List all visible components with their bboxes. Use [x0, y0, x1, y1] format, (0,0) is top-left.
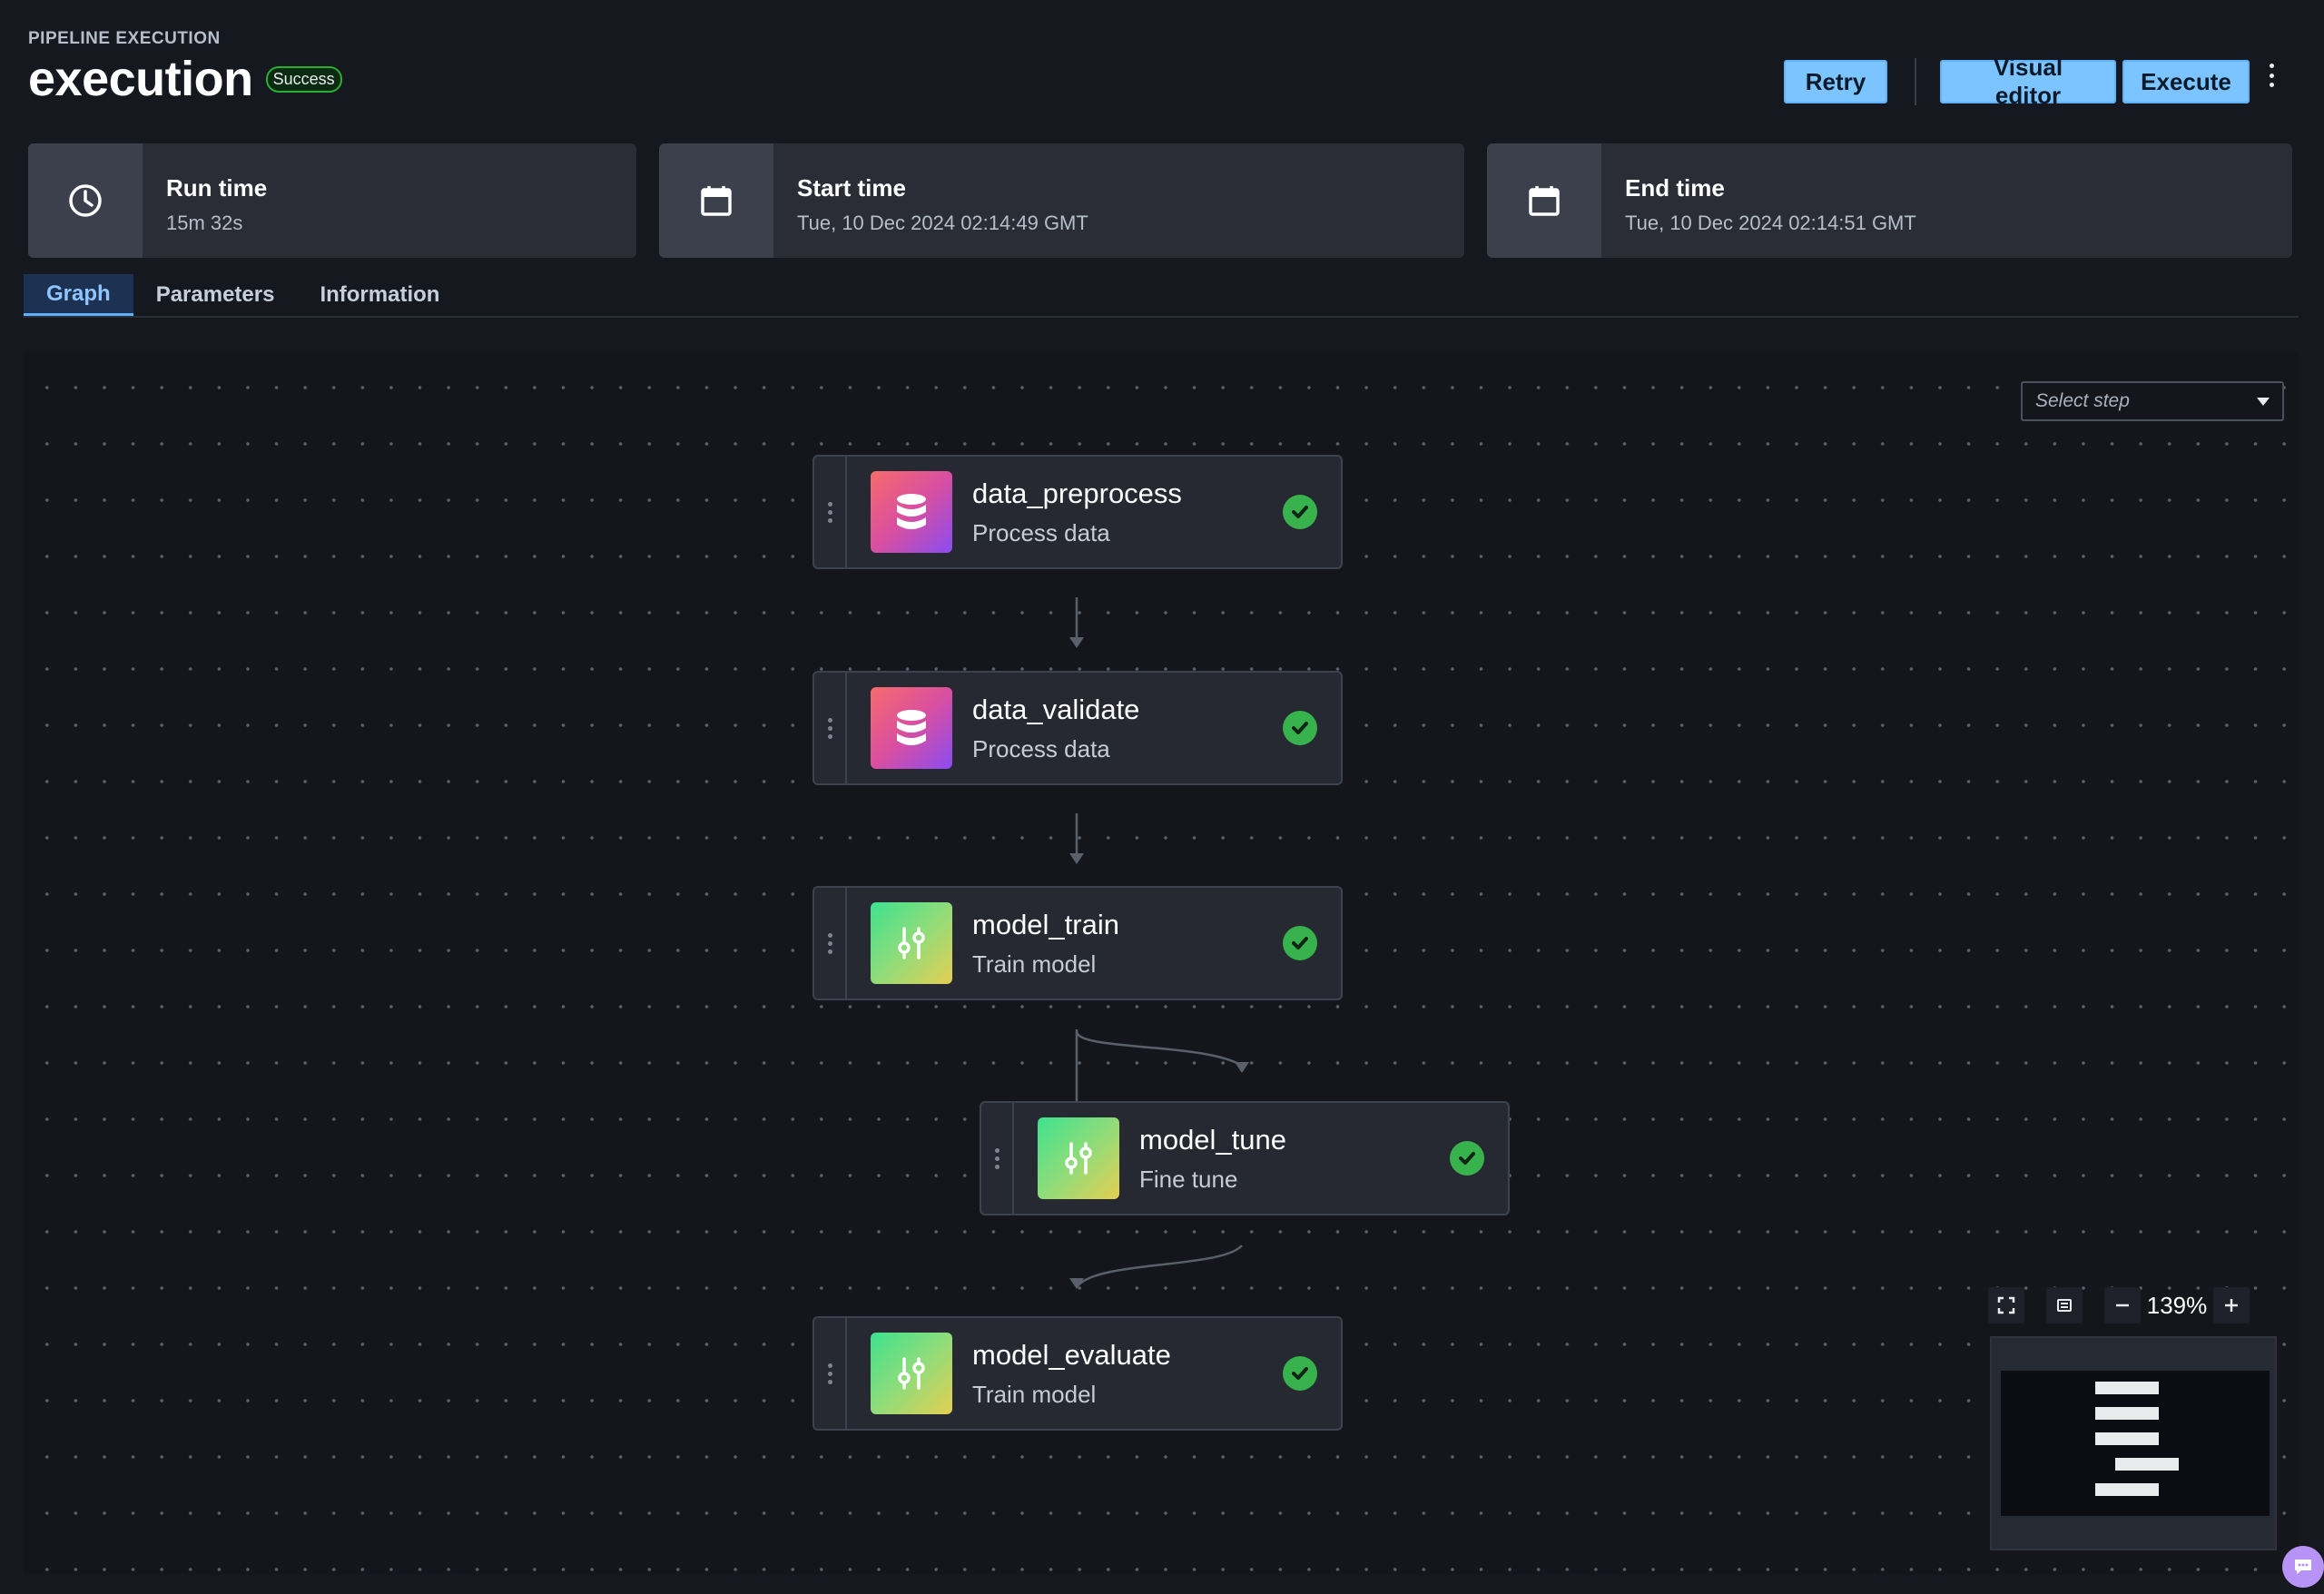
stat-value: Tue, 10 Dec 2024 02:14:49 GMT: [797, 212, 1088, 234]
pipeline-step-node[interactable]: model_train Train model: [812, 886, 1343, 1000]
pipeline-step-node[interactable]: data_preprocess Process data: [812, 455, 1343, 569]
success-check-icon: [1283, 711, 1317, 745]
pipeline-step-node[interactable]: model_evaluate Train model: [812, 1316, 1343, 1431]
more-options-icon[interactable]: [2266, 62, 2277, 89]
calendar-icon: [1487, 143, 1601, 258]
tab-graph[interactable]: Graph: [24, 274, 133, 316]
tab-information[interactable]: Information: [297, 274, 462, 316]
minimap-node: [2095, 1483, 2159, 1496]
tab-parameters[interactable]: Parameters: [133, 274, 298, 316]
stat-label: End time: [1625, 174, 1725, 202]
minimap-node: [2095, 1407, 2159, 1420]
step-name: model_train: [972, 908, 1119, 940]
step-name: data_preprocess: [972, 477, 1182, 509]
stat-label: Run time: [166, 174, 268, 202]
drag-handle-icon[interactable]: [814, 673, 847, 783]
calendar-icon: [659, 143, 773, 258]
step-description: Process data: [972, 734, 1110, 763]
drag-handle-icon[interactable]: [814, 1318, 847, 1429]
status-badge: Success: [265, 65, 342, 93]
clock-icon: [28, 143, 143, 258]
visual-editor-button[interactable]: Visual editor: [1940, 54, 2116, 109]
fit-view-icon[interactable]: [2046, 1287, 2083, 1323]
drag-handle-icon[interactable]: [981, 1103, 1014, 1214]
minimap-node: [2115, 1458, 2179, 1471]
success-check-icon: [1283, 1356, 1317, 1391]
zoom-in-icon[interactable]: [2213, 1287, 2250, 1323]
header-actions: Retry Visual editor Execute: [1784, 54, 2250, 109]
chat-icon[interactable]: [2282, 1546, 2324, 1588]
sliders-icon: [871, 902, 952, 984]
minimap-viewport: [2001, 1371, 2270, 1516]
zoom-out-icon[interactable]: [2104, 1287, 2141, 1323]
start-time-card: Start time Tue, 10 Dec 2024 02:14:49 GMT: [659, 143, 1464, 258]
database-icon: [871, 687, 952, 769]
pipeline-step-node[interactable]: model_tune Fine tune: [980, 1101, 1510, 1215]
caret-down-icon: [2257, 397, 2270, 406]
stat-value: Tue, 10 Dec 2024 02:14:51 GMT: [1625, 212, 1916, 234]
retry-button[interactable]: Retry: [1784, 60, 1887, 103]
graph-minimap[interactable]: [1990, 1336, 2277, 1550]
divider: [1915, 58, 1916, 105]
drag-handle-icon[interactable]: [814, 457, 847, 567]
select-step-placeholder: Select step: [2035, 390, 2130, 411]
step-description: Process data: [972, 518, 1110, 546]
drag-handle-icon[interactable]: [814, 888, 847, 999]
title-row: execution Success: [28, 51, 342, 107]
tab-bar: Graph Parameters Information: [24, 274, 2299, 318]
fullscreen-icon[interactable]: [1988, 1287, 2024, 1323]
zoom-controls: 139%: [1988, 1287, 2250, 1323]
sliders-icon: [871, 1333, 952, 1414]
sliders-icon: [1038, 1117, 1119, 1199]
pipeline-step-node[interactable]: data_validate Process data: [812, 671, 1343, 785]
minimap-node: [2095, 1432, 2159, 1445]
step-name: model_evaluate: [972, 1338, 1171, 1371]
stat-label: Start time: [797, 174, 906, 202]
select-step-dropdown[interactable]: Select step: [2021, 381, 2284, 421]
database-icon: [871, 471, 952, 553]
step-description: Fine tune: [1139, 1165, 1238, 1193]
success-check-icon: [1283, 495, 1317, 529]
page-overline: PIPELINE EXECUTION: [28, 29, 221, 48]
stat-value: 15m 32s: [166, 212, 243, 234]
pipeline-execution-page: PIPELINE EXECUTION execution Success Ret…: [0, 0, 2324, 1594]
minimap-node: [2095, 1382, 2159, 1394]
step-description: Train model: [972, 950, 1097, 978]
end-time-card: End time Tue, 10 Dec 2024 02:14:51 GMT: [1487, 143, 2292, 258]
success-check-icon: [1450, 1141, 1484, 1176]
graph-canvas[interactable]: Select step data_preprocess Process data: [24, 352, 2299, 1574]
zoom-level: 139%: [2146, 1291, 2208, 1319]
step-name: data_validate: [972, 693, 1140, 725]
success-check-icon: [1283, 926, 1317, 960]
step-description: Train model: [972, 1380, 1097, 1408]
execute-button[interactable]: Execute: [2122, 60, 2250, 103]
run-time-card: Run time 15m 32s: [28, 143, 636, 258]
step-name: model_tune: [1139, 1123, 1287, 1156]
page-title: execution: [28, 52, 253, 106]
